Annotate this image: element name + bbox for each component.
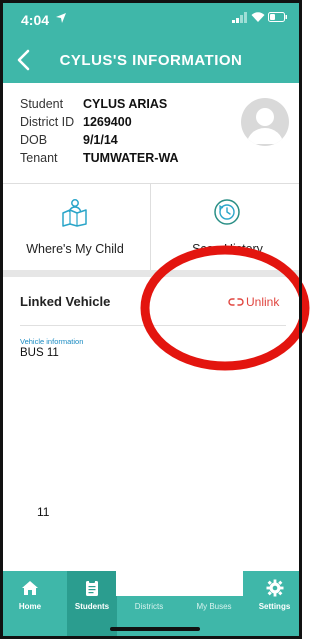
home-icon: [22, 581, 38, 595]
info-label: DOB: [20, 133, 48, 147]
info-value: 1269400: [83, 115, 132, 129]
info-label: Tenant: [20, 151, 58, 165]
navigation-bar: CYLUS'S INFORMATION: [0, 40, 302, 80]
tab-settings[interactable]: Settings: [247, 571, 302, 639]
wheres-my-child-label: Where's My Child: [26, 242, 124, 256]
tab-home[interactable]: Home: [0, 571, 60, 639]
stray-text: 11: [37, 505, 50, 519]
linked-vehicle-title: Linked Vehicle: [20, 294, 111, 309]
annotation-circle: [140, 245, 310, 371]
status-bar: 4:04: [0, 0, 302, 34]
status-time: 4:04: [21, 12, 50, 28]
tab-label: Districts: [134, 602, 164, 611]
vehicle-info-label: Vehicle information: [20, 337, 84, 346]
info-label: Student: [20, 97, 64, 111]
page-title: CYLUS'S INFORMATION: [59, 52, 243, 69]
gear-icon: [266, 579, 283, 597]
info-label: District ID: [20, 115, 75, 129]
wheres-my-child-button[interactable]: Where's My Child: [0, 184, 151, 271]
redaction-box: [116, 566, 243, 596]
vehicle-value: BUS 11: [20, 347, 59, 359]
home-indicator: [110, 627, 200, 631]
tab-label: Home: [18, 602, 42, 611]
info-value: TUMWATER-WA: [83, 151, 179, 165]
signal-icon: [232, 12, 247, 23]
clipboard-icon: [86, 580, 98, 596]
battery-icon: [268, 12, 287, 22]
history-clock-icon: [214, 199, 240, 225]
location-arrow-icon: [56, 13, 66, 23]
header: 4:04 CYLUS'S INFORMATION: [0, 0, 302, 83]
tab-label: Settings: [258, 602, 291, 611]
info-value: CYLUS ARIAS: [83, 97, 168, 111]
tab-label: My Buses: [196, 602, 232, 611]
avatar: [241, 98, 289, 146]
person-placeholder-icon: [247, 108, 283, 144]
map-person-icon: [62, 199, 87, 227]
info-value: 9/1/14: [83, 133, 118, 147]
wifi-icon: [251, 12, 265, 22]
tab-label: Students: [74, 602, 110, 611]
